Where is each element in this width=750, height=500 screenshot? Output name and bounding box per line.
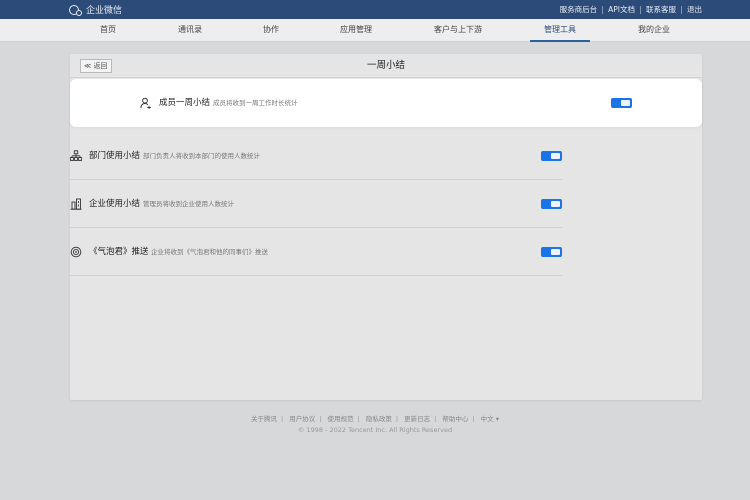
link-logout[interactable]: 退出	[687, 4, 702, 15]
wecom-logo-icon	[69, 4, 83, 16]
nav-item-customers[interactable]: 客户与上下游	[434, 19, 482, 42]
footer-link-about[interactable]: 关于腾讯	[251, 415, 277, 423]
building-icon	[70, 198, 82, 210]
setting-row-member-summary: 成员一周小结 成员将收到一周工作时长统计	[70, 79, 702, 127]
row-title: 企业使用小结	[89, 199, 141, 209]
footer-link-usage-rules[interactable]: 使用规范	[328, 415, 354, 423]
nav-item-contacts[interactable]: 通讯录	[178, 19, 202, 42]
divider: |	[357, 415, 360, 423]
nav-item-my-enterprise[interactable]: 我的企业	[638, 19, 670, 42]
setting-row-department-summary: 部门使用小结 部门负责人将收到本部门的使用人数统计	[70, 132, 562, 180]
copyright: © 1998 - 2022 Tencent Inc. All Rights Re…	[297, 426, 453, 434]
divider	[640, 5, 641, 14]
footer-link-help[interactable]: 帮助中心	[442, 415, 468, 423]
person-icon	[140, 97, 151, 109]
link-contact-support[interactable]: 联系客服	[646, 4, 676, 15]
toggle-knob	[551, 153, 560, 159]
nav-item-management-tools[interactable]: 管理工具	[530, 19, 590, 42]
nav-item-home[interactable]: 首页	[100, 19, 116, 42]
link-partner-portal[interactable]: 服务商后台	[560, 4, 598, 15]
nav-item-app-management[interactable]: 应用管理	[340, 19, 372, 42]
divider: |	[280, 415, 284, 423]
bubble-push-toggle[interactable]	[541, 247, 562, 257]
row-title: 成员一周小结	[159, 98, 211, 108]
brand-logo[interactable]: 企业微信	[69, 0, 122, 19]
row-title: 《气泡君》推送	[89, 247, 149, 257]
row-description: 部门负责人将收到本部门的使用人数统计	[143, 152, 260, 160]
page-title: 一周小结	[366, 60, 405, 71]
main-nav: 首页 通讯录 协作 应用管理 客户与上下游 管理工具 我的企业	[0, 19, 750, 42]
link-api-docs[interactable]: API文档	[608, 4, 635, 15]
nav-item-collaboration[interactable]: 协作	[263, 19, 279, 42]
footer-links: 关于腾讯 | 用户协议 | 使用规范 | 隐私政策 | 更新日志 | 帮助中心 | 中文 ▾	[0, 413, 750, 423]
department-summary-toggle[interactable]	[541, 151, 562, 161]
row-description: 企业将收到《气泡君和他的同事们》推送	[151, 248, 268, 256]
toggle-knob	[551, 201, 560, 207]
top-links: 服务商后台 API文档 联系客服 退出	[560, 0, 702, 19]
footer-link-privacy[interactable]: 隐私政策	[366, 415, 392, 423]
enterprise-summary-toggle[interactable]	[541, 199, 562, 209]
top-bar: 企业微信 服务商后台 API文档 联系客服 退出	[0, 0, 750, 19]
panel-header: ≪ 返回 一周小结	[70, 54, 702, 78]
row-description: 成员将收到一周工作时长统计	[213, 99, 298, 107]
setting-row-enterprise-summary: 企业使用小结 管理员将收到企业使用人数统计	[70, 180, 562, 228]
footer-link-changelog[interactable]: 更新日志	[404, 415, 430, 423]
language-select[interactable]: 中文 ▾	[481, 415, 499, 423]
member-summary-toggle[interactable]	[611, 98, 632, 108]
footer-link-user-agreement[interactable]: 用户协议	[289, 415, 315, 423]
divider	[681, 5, 682, 14]
row-title: 部门使用小结	[89, 151, 141, 161]
toggle-knob	[621, 100, 630, 106]
toggle-knob	[551, 249, 560, 255]
divider: |	[434, 415, 437, 423]
divider: |	[472, 415, 475, 423]
divider	[602, 5, 604, 14]
bubble-icon	[70, 246, 82, 258]
divider: |	[395, 415, 399, 423]
divider: |	[319, 415, 322, 423]
setting-row-bubble-push: 《气泡君》推送 企业将收到《气泡君和他的同事们》推送	[70, 228, 562, 276]
brand-name: 企业微信	[86, 6, 123, 16]
row-description: 管理员将收到企业使用人数统计	[143, 200, 234, 208]
org-chart-icon	[70, 150, 82, 161]
